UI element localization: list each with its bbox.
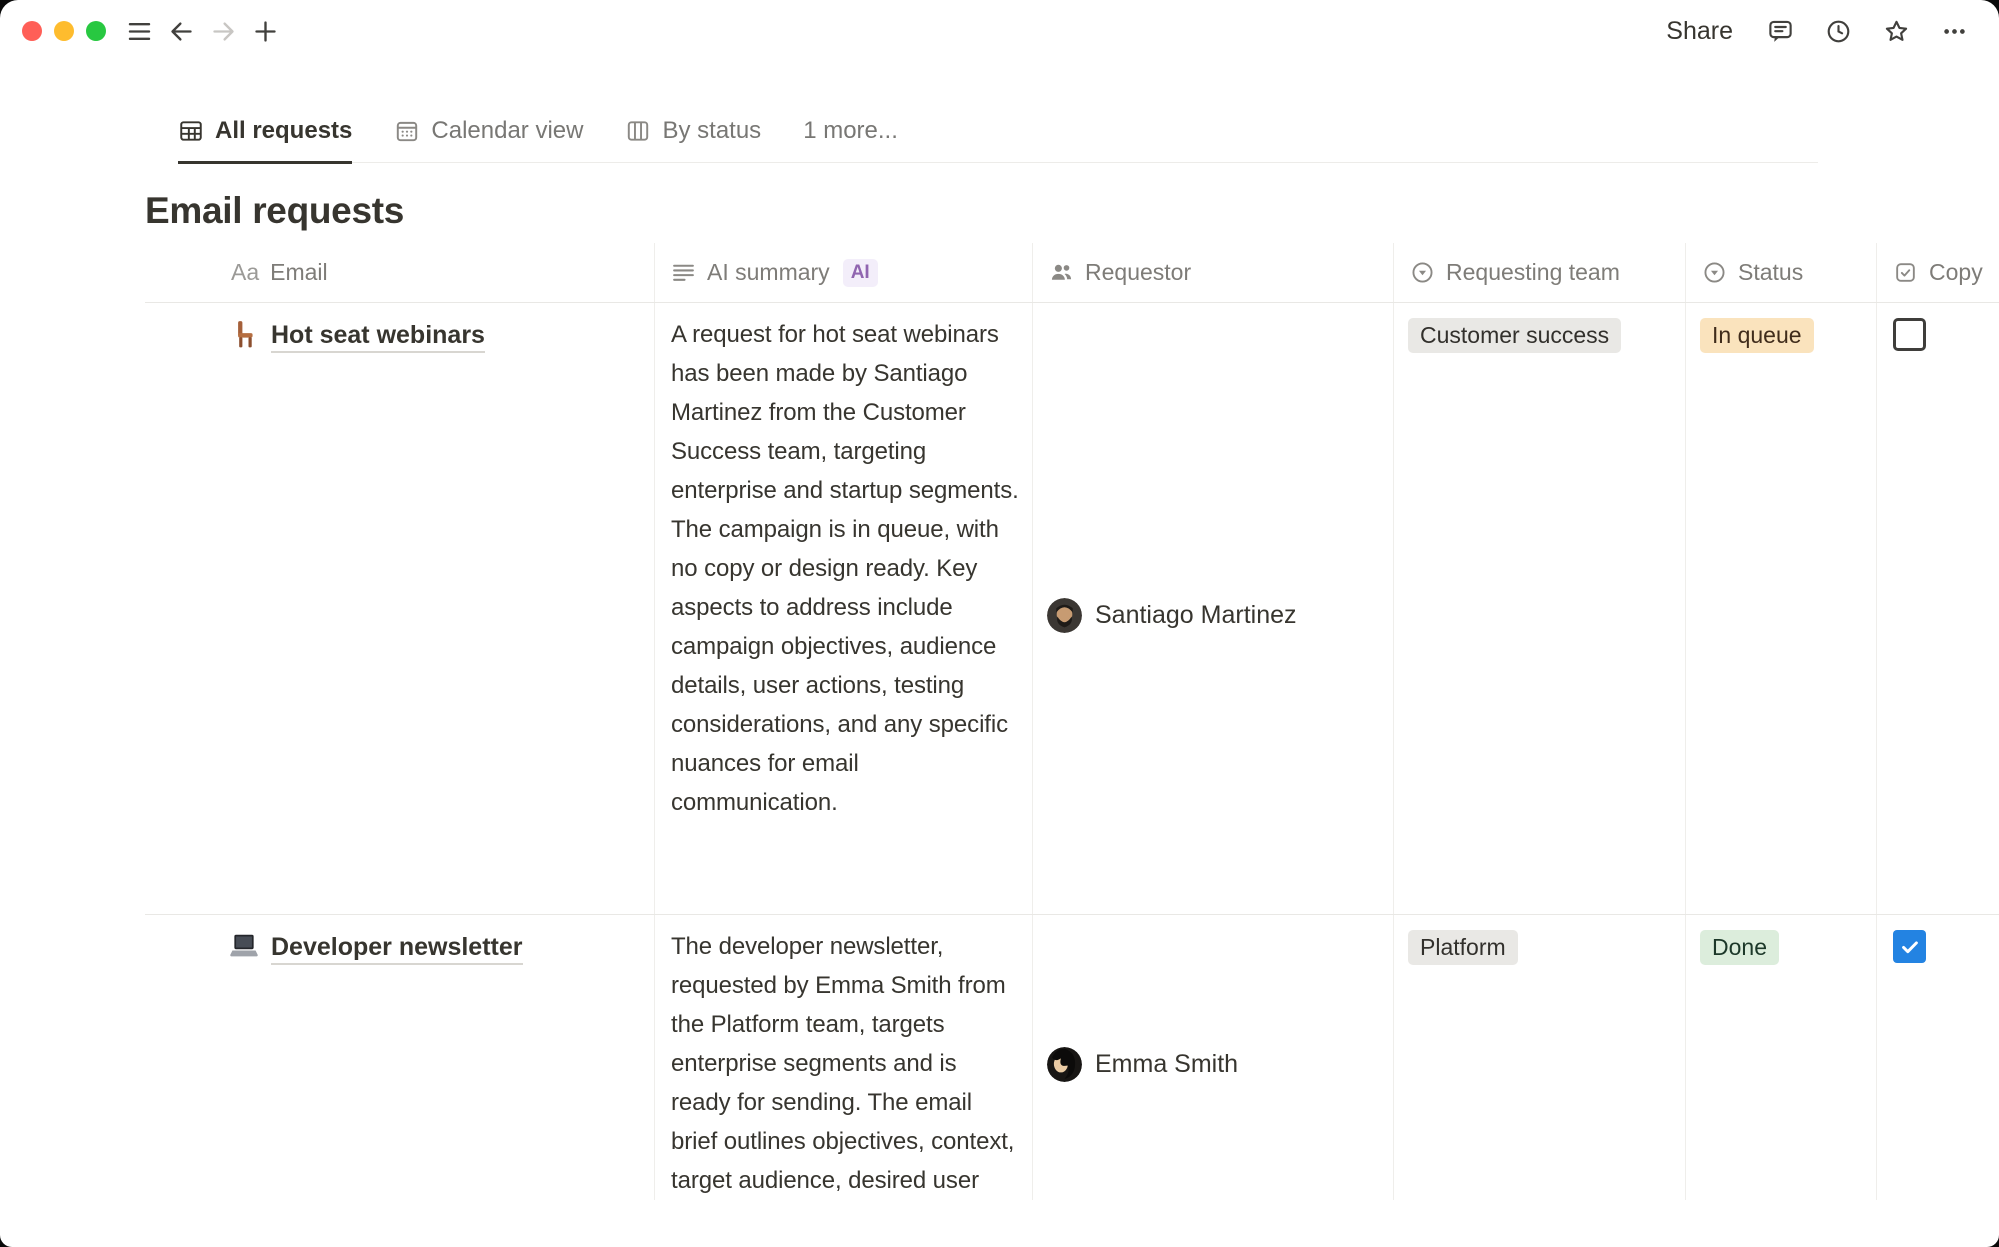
- avatar: [1047, 1047, 1082, 1082]
- people-icon: [1049, 260, 1074, 285]
- column-header-copy[interactable]: Copy: [1877, 243, 1999, 302]
- column-label: AI summary: [707, 259, 830, 286]
- tab-calendar-view[interactable]: Calendar view: [394, 117, 583, 162]
- text-type-icon: Aa: [231, 259, 259, 286]
- window-top-bar: Share: [0, 0, 1999, 62]
- table-header-row: Aa Email AI summary AI Requestor Request…: [145, 243, 1999, 303]
- tab-label: 1 more...: [803, 117, 898, 145]
- requestor-name: Emma Smith: [1095, 1050, 1238, 1079]
- column-header-requesting-team[interactable]: Requesting team: [1394, 243, 1686, 302]
- status-cell[interactable]: In queue: [1686, 303, 1877, 914]
- select-icon: [1410, 260, 1435, 285]
- copy-cell: [1877, 915, 1999, 1200]
- plus-icon[interactable]: [248, 14, 282, 48]
- team-tag: Customer success: [1408, 318, 1621, 353]
- column-label: Requestor: [1085, 259, 1191, 286]
- tab-more-views[interactable]: 1 more...: [803, 117, 898, 162]
- checkbox-icon: [1893, 260, 1918, 285]
- status-tag: In queue: [1700, 318, 1814, 353]
- text-lines-icon: [671, 260, 696, 285]
- tab-all-requests[interactable]: All requests: [178, 117, 352, 164]
- column-label: Requesting team: [1446, 259, 1620, 286]
- comment-icon[interactable]: [1763, 14, 1797, 48]
- ai-summary-cell[interactable]: A request for hot seat webinars has been…: [655, 303, 1033, 914]
- copy-cell: [1877, 303, 1999, 914]
- close-window-button[interactable]: [22, 21, 42, 41]
- menu-icon[interactable]: [122, 14, 156, 48]
- ellipsis-icon[interactable]: [1937, 14, 1971, 48]
- page-link[interactable]: Hot seat webinars: [271, 319, 485, 353]
- chair-icon: [229, 319, 259, 349]
- zoom-window-button[interactable]: [86, 21, 106, 41]
- status-cell[interactable]: Done: [1686, 915, 1877, 1200]
- view-tabs-bar: All requests Calendar view By status 1 m…: [178, 62, 1818, 163]
- column-label: Status: [1738, 259, 1803, 286]
- email-cell[interactable]: Hot seat webinars: [145, 303, 655, 914]
- requesting-team-cell[interactable]: Customer success: [1394, 303, 1686, 914]
- column-label: Copy: [1929, 259, 1983, 286]
- copy-checkbox[interactable]: [1893, 930, 1926, 963]
- back-arrow-icon[interactable]: [164, 14, 198, 48]
- requestor-cell[interactable]: Santiago Martinez: [1033, 303, 1394, 914]
- share-button[interactable]: Share: [1660, 13, 1739, 50]
- ai-badge: AI: [843, 259, 878, 287]
- tab-by-status[interactable]: By status: [625, 117, 761, 162]
- calendar-icon: [394, 118, 420, 144]
- page-link[interactable]: Developer newsletter: [271, 931, 523, 965]
- table-row: Hot seat webinars A request for hot seat…: [145, 303, 1999, 915]
- tab-label: All requests: [215, 117, 352, 145]
- table-row: Developer newsletter The developer newsl…: [145, 915, 1999, 1200]
- tab-label: By status: [662, 117, 761, 145]
- traffic-lights: [22, 21, 106, 41]
- column-header-status[interactable]: Status: [1686, 243, 1877, 302]
- forward-arrow-icon[interactable]: [206, 14, 240, 48]
- column-label: Email: [270, 259, 328, 286]
- page-title: Email requests: [145, 189, 1999, 233]
- star-icon[interactable]: [1879, 14, 1913, 48]
- select-icon: [1702, 260, 1727, 285]
- column-header-requestor[interactable]: Requestor: [1033, 243, 1394, 302]
- clock-icon[interactable]: [1821, 14, 1855, 48]
- copy-checkbox[interactable]: [1893, 318, 1926, 351]
- avatar: [1047, 598, 1082, 633]
- requesting-team-cell[interactable]: Platform: [1394, 915, 1686, 1200]
- check-icon: [1899, 936, 1921, 958]
- column-header-email[interactable]: Aa Email: [145, 243, 655, 302]
- laptop-icon: [229, 931, 259, 961]
- column-header-ai-summary[interactable]: AI summary AI: [655, 243, 1033, 302]
- team-tag: Platform: [1408, 930, 1518, 965]
- requestor-cell[interactable]: Emma Smith: [1033, 915, 1394, 1200]
- tab-label: Calendar view: [431, 117, 583, 145]
- table-icon: [178, 118, 204, 144]
- board-icon: [625, 118, 651, 144]
- email-cell[interactable]: Developer newsletter: [145, 915, 655, 1200]
- minimize-window-button[interactable]: [54, 21, 74, 41]
- status-tag: Done: [1700, 930, 1779, 965]
- ai-summary-cell[interactable]: The developer newsletter, requested by E…: [655, 915, 1033, 1200]
- app-window: Share All requests Calendar view: [0, 0, 1999, 1247]
- requestor-name: Santiago Martinez: [1095, 601, 1297, 630]
